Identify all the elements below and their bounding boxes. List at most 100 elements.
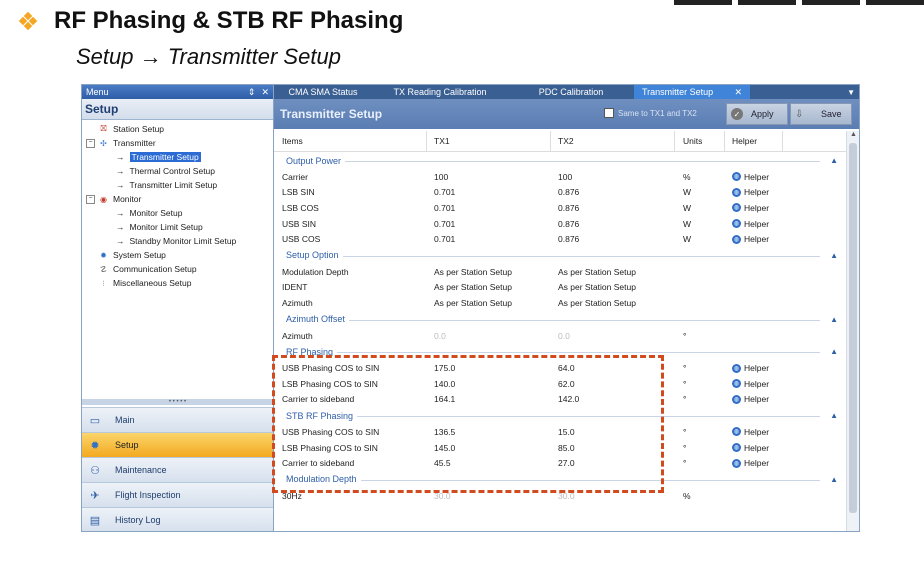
tab-cma-sma-status[interactable]: CMA SMA Status (274, 85, 372, 99)
close-icon[interactable]: ✕ (261, 87, 269, 98)
tree-item-standby-monitor-limit-setup[interactable]: → Standby Monitor Limit Setup (82, 234, 273, 248)
nav-flight-inspection[interactable]: ✈ Flight Inspection (82, 482, 273, 507)
tab-transmitter-setup[interactable]: Transmitter Setup ✕ (634, 85, 750, 99)
tree-item-transmitter-limit-setup[interactable]: → Transmitter Limit Setup (82, 178, 273, 192)
tree-item-monitor-setup[interactable]: → Monitor Setup (82, 206, 273, 220)
tx2-value[interactable]: 0.876 (558, 203, 579, 213)
section-header[interactable]: Azimuth Offset ▲ (274, 311, 846, 328)
helper-link[interactable]: ◍ Helper (732, 172, 769, 182)
nav-maintenance[interactable]: ⚇ Maintenance (82, 457, 273, 482)
tx2-value[interactable]: 0.876 (558, 234, 579, 244)
helper-link[interactable]: ◍ Helper (732, 427, 769, 437)
tx2-value[interactable]: 62.0 (558, 379, 575, 389)
tree-item-thermal-control-setup[interactable]: → Thermal Control Setup (82, 164, 273, 178)
tree-item-transmitter-setup[interactable]: → Transmitter Setup (82, 150, 273, 164)
helper-link[interactable]: ◍ Helper (732, 203, 769, 213)
tx1-value[interactable]: 45.5 (434, 458, 451, 468)
tree-item-station-setup[interactable]: ⛝ Station Setup (82, 122, 273, 136)
collapse-caret-icon[interactable]: ▲ (830, 156, 838, 165)
collapse-caret-icon[interactable]: ▲ (830, 411, 838, 420)
tree-item-communication-setup[interactable]: ☡ Communication Setup (82, 262, 273, 276)
nav-history-log[interactable]: ▤ History Log (82, 507, 273, 531)
tree-item-monitor-limit-setup[interactable]: → Monitor Limit Setup (82, 220, 273, 234)
same-to-tx1-tx2[interactable]: Same to TX1 and TX2 (604, 108, 697, 118)
pane-splitter[interactable]: • • • • • (82, 399, 273, 405)
tx2-value[interactable]: 15.0 (558, 427, 575, 437)
unit-value: ° (683, 426, 687, 437)
helper-link[interactable]: ◍ Helper (732, 187, 769, 197)
tree-item-monitor[interactable]: − ◉ Monitor (82, 192, 273, 206)
communication-icon: ☡ (99, 264, 108, 274)
column-header-tx1: TX1 (434, 136, 450, 146)
tx2-value[interactable]: 0.876 (558, 187, 579, 197)
nav-main[interactable]: ▭ Main (82, 407, 273, 432)
nav-label: Maintenance (115, 465, 167, 475)
gear-icon: ✹ (100, 250, 107, 260)
same-to-checkbox[interactable] (604, 108, 614, 118)
tx2-value[interactable]: 142.0 (558, 394, 579, 404)
tx1-value[interactable]: 164.1 (434, 394, 455, 404)
tx2-value[interactable]: As per Station Setup (558, 282, 636, 292)
section-header[interactable]: STB RF Phasing ▲ (274, 407, 846, 424)
scroll-up-icon[interactable]: ▲ (850, 131, 857, 138)
close-tab-icon[interactable]: ✕ (734, 87, 742, 98)
tx1-value[interactable]: 0.701 (434, 203, 455, 213)
vertical-scrollbar[interactable]: ▲ (846, 131, 859, 531)
tx2-value[interactable]: 0.0 (558, 331, 570, 341)
tx1-value[interactable]: 136.5 (434, 427, 455, 437)
tx1-value[interactable]: 145.0 (434, 443, 455, 453)
tx1-value[interactable]: 0.701 (434, 219, 455, 229)
list-icon: ⁝ (102, 278, 105, 288)
tx2-value[interactable]: 64.0 (558, 363, 575, 373)
collapse-icon[interactable]: − (86, 194, 95, 204)
collapse-caret-icon[interactable]: ▲ (830, 315, 838, 324)
collapse-caret-icon[interactable]: ▲ (830, 251, 838, 260)
arrow-right-icon: → (116, 180, 125, 190)
tx1-value[interactable]: 140.0 (434, 379, 455, 389)
helper-link[interactable]: ◍ Helper (732, 394, 769, 404)
tx2-value[interactable]: As per Station Setup (558, 267, 636, 277)
helper-link[interactable]: ◍ Helper (732, 219, 769, 229)
collapse-icon[interactable]: − (86, 138, 95, 148)
tab-dropdown-icon[interactable]: ▼ (847, 88, 859, 97)
tx1-value[interactable]: 0.0 (434, 331, 446, 341)
tab-tx-reading-calibration[interactable]: TX Reading Calibration (372, 85, 508, 99)
tx1-value[interactable]: 100 (434, 172, 448, 182)
tx1-value[interactable]: 0.701 (434, 234, 455, 244)
tx1-value[interactable]: 175.0 (434, 363, 455, 373)
section-header[interactable]: RF Phasing ▲ (274, 343, 846, 360)
helper-link[interactable]: ◍ Helper (732, 363, 769, 373)
collapse-caret-icon[interactable]: ▲ (830, 347, 838, 356)
tx1-value[interactable]: As per Station Setup (434, 298, 512, 308)
section-header[interactable]: Setup Option ▲ (274, 247, 846, 264)
tree-item-miscellaneous-setup[interactable]: ⁝ Miscellaneous Setup (82, 276, 273, 290)
helper-link[interactable]: ◍ Helper (732, 458, 769, 468)
scroll-thumb[interactable] (849, 143, 857, 513)
tx2-value[interactable]: 100 (558, 172, 572, 182)
section-header[interactable]: Output Power ▲ (274, 152, 846, 169)
tree-item-system-setup[interactable]: ✹ System Setup (82, 248, 273, 262)
helper-link[interactable]: ◍ Helper (732, 379, 769, 389)
save-button[interactable]: ⇩ Save (790, 103, 852, 125)
nav-label: Main (115, 415, 135, 425)
section-header[interactable]: Modulation Depth ▲ (274, 471, 846, 488)
table-row: LSB SIN 0.701 0.876 W ◍ Helper (274, 185, 846, 201)
apply-button[interactable]: ✓ Apply (726, 103, 788, 125)
tx2-value[interactable]: 0.876 (558, 219, 579, 229)
tx2-value[interactable]: 30.0 (558, 491, 575, 501)
tx1-value[interactable]: As per Station Setup (434, 267, 512, 277)
tree-item-transmitter[interactable]: − ✣ Transmitter (82, 136, 273, 150)
tx2-value[interactable]: 27.0 (558, 458, 575, 468)
tx1-value[interactable]: 0.701 (434, 187, 455, 197)
section-title: Setup Option (286, 250, 343, 261)
tx1-value[interactable]: 30.0 (434, 491, 451, 501)
tx2-value[interactable]: As per Station Setup (558, 298, 636, 308)
helper-link[interactable]: ◍ Helper (732, 443, 769, 453)
helper-link[interactable]: ◍ Helper (732, 234, 769, 244)
tab-pdc-calibration[interactable]: PDC Calibration (508, 85, 634, 99)
pin-icon[interactable]: ⇕ (248, 87, 256, 98)
nav-setup[interactable]: ✹ Setup (82, 432, 273, 457)
collapse-caret-icon[interactable]: ▲ (830, 475, 838, 484)
tx2-value[interactable]: 85.0 (558, 443, 575, 453)
tx1-value[interactable]: As per Station Setup (434, 282, 512, 292)
